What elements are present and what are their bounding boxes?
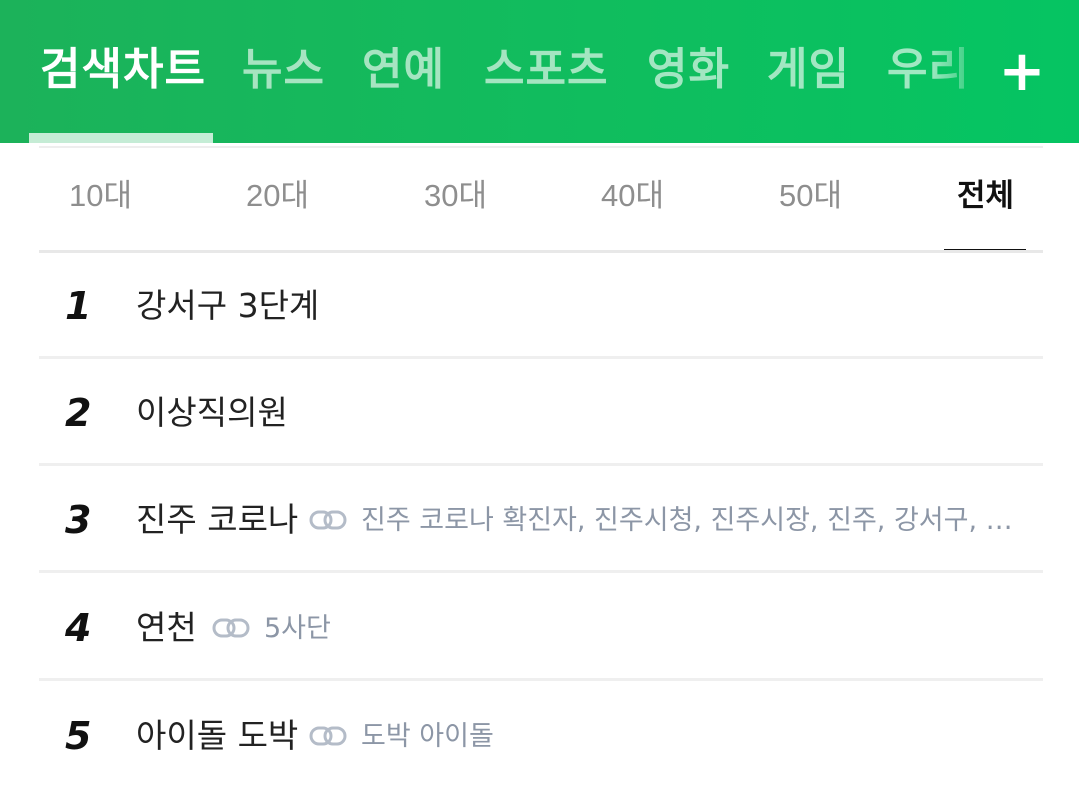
tab-entertainment[interactable]: 연예	[362, 40, 445, 100]
keyword[interactable]: 아이돌 도박	[136, 711, 298, 761]
age-filter-tabs: 10대 20대 30대 40대 50대 전체	[39, 148, 1043, 253]
rank-number: 5	[65, 714, 92, 758]
link-icon	[212, 618, 250, 638]
chart-row[interactable]: 2 이상직의원	[39, 360, 1043, 466]
tab-sports[interactable]: 스포츠	[484, 40, 608, 100]
link-icon	[309, 726, 347, 746]
related-keywords[interactable]: 진주 코로나 확진자, 진주시청, 진주시장, 진주, 강서구, 강서구 3단계	[361, 497, 1037, 545]
plus-icon: +	[998, 39, 1046, 104]
chart-row[interactable]: 5 아이돌 도박 도박 아이돌	[39, 683, 1043, 789]
tab-games[interactable]: 게임	[767, 40, 850, 100]
keyword[interactable]: 연천	[136, 603, 197, 653]
row-divider	[39, 356, 1043, 359]
tab-movies[interactable]: 영화	[647, 40, 730, 100]
age-tab-10s[interactable]: 10대	[69, 172, 132, 220]
tab-news[interactable]: 뉴스	[242, 40, 325, 100]
tab-search-chart[interactable]: 검색차트	[40, 40, 206, 100]
chart-row[interactable]: 4 연천 5사단	[39, 575, 1043, 681]
row-divider	[39, 463, 1043, 466]
age-tab-40s[interactable]: 40대	[601, 172, 664, 220]
keyword[interactable]: 강서구 3단계	[136, 281, 319, 331]
row-divider	[39, 678, 1043, 681]
related-keywords[interactable]: 5사단	[264, 605, 331, 653]
rank-number: 1	[65, 284, 92, 328]
add-tab-button[interactable]: +	[995, 42, 1049, 102]
keyword[interactable]: 이상직의원	[136, 388, 288, 438]
tab-fade-overlay	[930, 0, 990, 143]
chart-row[interactable]: 3 진주 코로나 진주 코로나 확진자, 진주시청, 진주시장, 진주, 강서구…	[39, 467, 1043, 573]
age-tab-50s[interactable]: 50대	[779, 172, 842, 220]
chart-row[interactable]: 1 강서구 3단계	[39, 253, 1043, 359]
category-tabs: 검색차트 뉴스 연예 스포츠 영화 게임 우리	[0, 0, 990, 143]
active-tab-indicator	[29, 133, 213, 143]
keyword[interactable]: 진주 코로나	[136, 495, 298, 545]
rank-number: 2	[65, 391, 92, 435]
age-tab-20s[interactable]: 20대	[246, 172, 309, 220]
rank-number: 4	[65, 606, 92, 650]
age-tab-30s[interactable]: 30대	[424, 172, 487, 220]
related-keywords[interactable]: 도박 아이돌	[361, 713, 494, 761]
top-nav-bar: 검색차트 뉴스 연예 스포츠 영화 게임 우리 +	[0, 0, 1079, 143]
row-divider	[39, 570, 1043, 573]
rank-number: 3	[65, 498, 92, 542]
age-tab-all[interactable]: 전체	[957, 172, 1014, 220]
link-icon	[309, 510, 347, 530]
